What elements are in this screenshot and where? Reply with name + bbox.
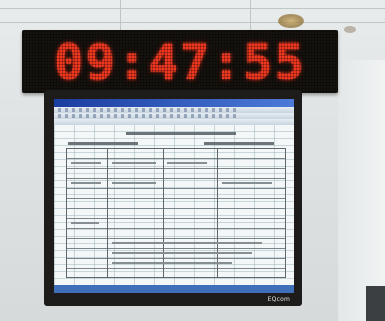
- table-text: [112, 252, 252, 254]
- table-column-line: [107, 149, 108, 277]
- table-text: [71, 182, 101, 184]
- table-text: [167, 162, 207, 164]
- table-column-line: [217, 149, 218, 277]
- table-text: [112, 242, 262, 244]
- table-text: [112, 262, 232, 264]
- table-text: [112, 162, 156, 164]
- clock-time: 09:47:55: [53, 34, 306, 91]
- form-subtitle-text: [204, 142, 274, 145]
- ceiling-tile-line: [250, 0, 251, 30]
- form-subtitle-text: [68, 142, 138, 145]
- table-column-line: [163, 149, 164, 277]
- ceiling-tile-line: [120, 0, 121, 30]
- taskbar: [54, 285, 294, 293]
- room-background: 09:47:55 EQcom: [0, 0, 385, 321]
- table-text: [71, 222, 99, 224]
- ceiling-tile-line: [0, 22, 385, 23]
- table-text: [71, 162, 101, 164]
- window-titlebar: [54, 99, 294, 107]
- dark-cabinet: [366, 286, 385, 321]
- ceiling-light: [278, 14, 304, 28]
- table-text: [222, 182, 272, 184]
- table-text: [112, 182, 156, 184]
- led-clock-display: 09:47:55: [22, 30, 338, 93]
- interactive-whiteboard: EQcom: [44, 90, 302, 306]
- ceiling-tile-line: [0, 8, 385, 9]
- projected-screen: [54, 99, 294, 293]
- brand-label: EQcom: [267, 296, 290, 303]
- wall-section: [338, 60, 385, 321]
- form-table: [66, 148, 286, 278]
- form-title-text: [126, 132, 236, 135]
- ceiling-light: [344, 26, 356, 33]
